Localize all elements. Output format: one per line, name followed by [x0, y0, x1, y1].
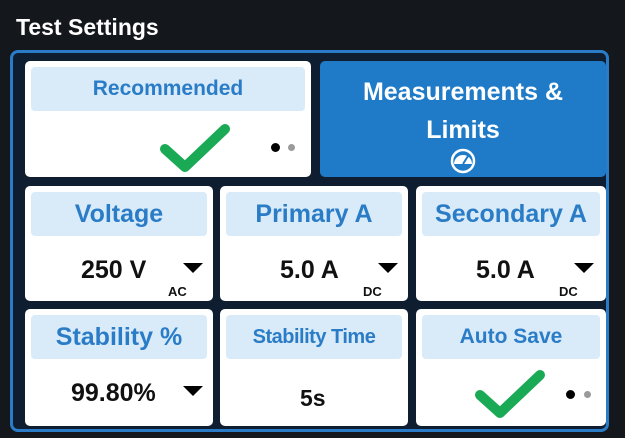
test-settings-screen: Test Settings Recommended Measurements &…	[0, 0, 625, 438]
chevron-down-icon[interactable]	[574, 263, 594, 273]
stability-time-value: 5s	[300, 385, 326, 411]
secondary-current-value: 5.0 A	[476, 256, 535, 284]
secondary-current-card[interactable]: Secondary A 5.0 A DC	[416, 186, 606, 301]
check-icon	[160, 124, 230, 172]
recommended-label: Recommended	[31, 67, 305, 111]
measurements-label-line1: Measurements &	[362, 78, 564, 106]
measurements-label-line2: Limits	[426, 116, 500, 144]
stability-time-card[interactable]: Stability Time 5s	[220, 309, 408, 426]
page-indicator-active	[566, 390, 575, 399]
stability-percent-value: 99.80%	[71, 379, 156, 407]
page-indicator-active	[271, 143, 280, 152]
page-indicator-inactive	[288, 144, 295, 151]
voltage-label: Voltage	[31, 192, 207, 236]
check-icon	[475, 370, 545, 418]
page-indicator-inactive	[584, 391, 591, 398]
voltage-unit: AC	[168, 284, 187, 299]
secondary-current-label: Secondary A	[422, 192, 600, 236]
voltage-value: 250 V	[81, 256, 147, 284]
primary-current-value: 5.0 A	[280, 256, 339, 284]
gauge-icon	[450, 148, 476, 174]
measurements-limits-label: Measurements & Limits	[320, 73, 606, 149]
voltage-card[interactable]: Voltage 250 V AC	[25, 186, 213, 301]
chevron-down-icon[interactable]	[183, 263, 203, 273]
stability-percent-card[interactable]: Stability % 99.80%	[25, 309, 213, 426]
auto-save-card[interactable]: Auto Save	[416, 309, 606, 426]
primary-current-label: Primary A	[226, 192, 402, 236]
recommended-card[interactable]: Recommended	[25, 61, 311, 177]
secondary-current-unit: DC	[559, 284, 578, 299]
chevron-down-icon[interactable]	[183, 386, 203, 396]
stability-time-label: Stability Time	[226, 315, 402, 359]
primary-current-card[interactable]: Primary A 5.0 A DC	[220, 186, 408, 301]
primary-current-unit: DC	[363, 284, 382, 299]
measurements-limits-button[interactable]: Measurements & Limits	[320, 61, 606, 177]
window-title: Test Settings	[16, 14, 159, 40]
stability-percent-label: Stability %	[31, 315, 207, 359]
auto-save-label: Auto Save	[422, 315, 600, 359]
chevron-down-icon[interactable]	[378, 263, 398, 273]
